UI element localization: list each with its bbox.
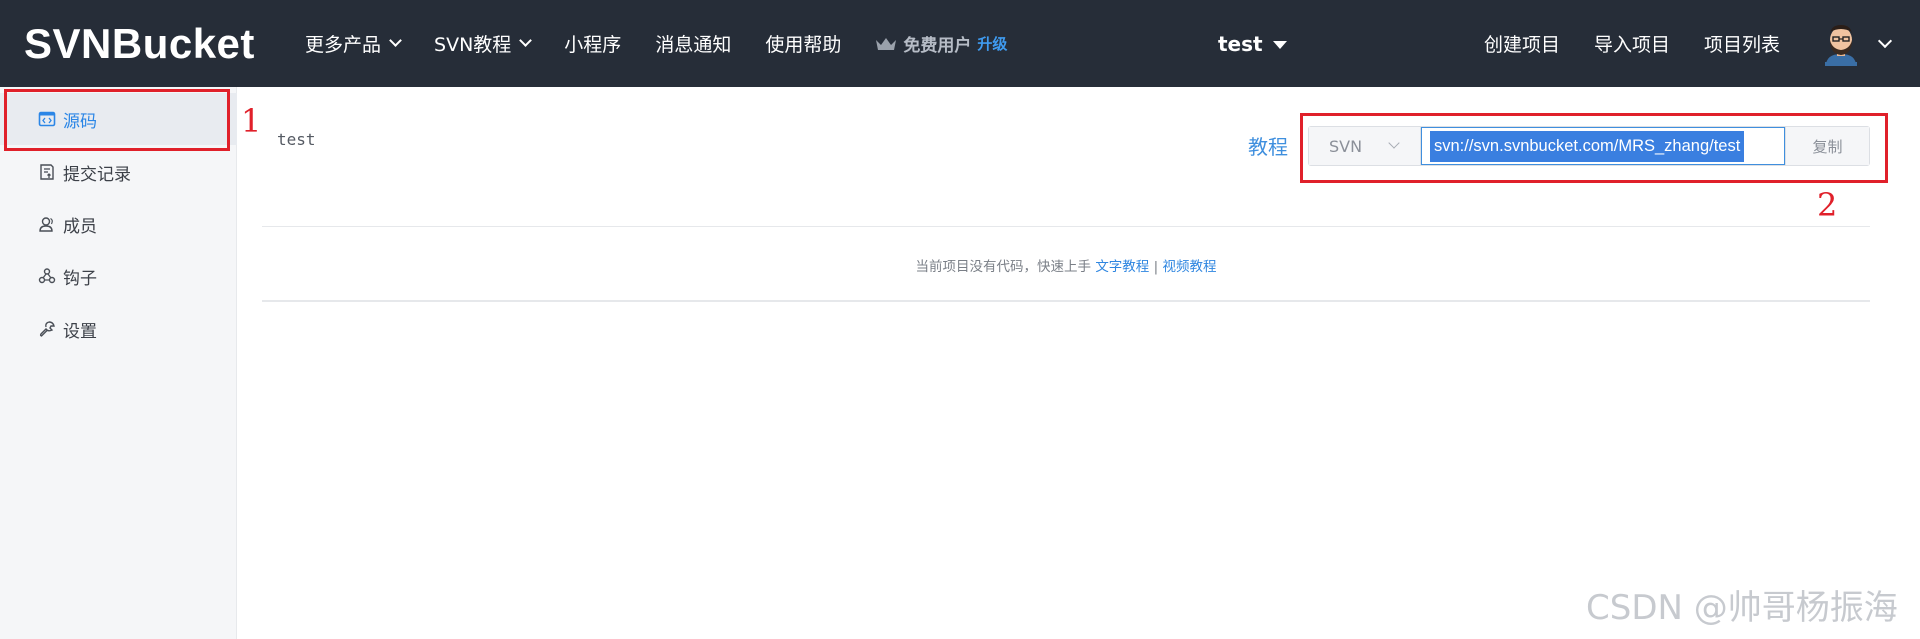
sidebar-item-commits[interactable]: 提交记录 [0,146,237,198]
annotation-box-2 [1300,113,1888,183]
free-user-label: 免费用户 [903,36,972,56]
link-separator: | [1153,259,1159,275]
upgrade-link[interactable]: 升级 [977,33,1007,54]
top-navbar: SVNBucket 更多产品 SVN教程 小程序 消息通知 使用帮助 免费用户 … [0,0,1920,87]
divider [262,300,1870,302]
watermark: CSDN @帅哥杨振海 [1586,588,1898,628]
sidebar-item-label: 提交记录 [63,164,131,185]
current-project-name: test [1218,31,1263,56]
logo[interactable]: SVNBucket [24,20,255,68]
project-switcher[interactable]: test [1218,0,1287,87]
nav-more-products[interactable]: 更多产品 [305,30,402,57]
members-icon [39,217,53,232]
sidebar: 源码 提交记录 成员 钩子 设置 [0,87,237,639]
avatar[interactable] [1820,22,1862,66]
right-nav: 创建项目 导入项目 项目列表 [1484,0,1893,87]
crown-icon [876,37,897,50]
nav-svn-tutorial-label: SVN教程 [434,34,512,56]
chevron-down-icon [389,34,402,47]
free-user-status: 免费用户 升级 [875,31,1007,56]
empty-state-text: 当前项目没有代码，快速上手 [915,259,1092,275]
sidebar-item-label: 成员 [63,216,97,237]
nav-svn-tutorial[interactable]: SVN教程 [434,30,533,57]
chevron-down-icon[interactable] [1877,33,1893,48]
annotation-label-2: 2 [1817,186,1838,224]
chevron-down-icon [519,34,533,47]
main-nav: 更多产品 SVN教程 小程序 消息通知 使用帮助 免费用户 升级 [305,0,1007,87]
create-project-link[interactable]: 创建项目 [1484,30,1560,57]
project-title: test [277,130,316,149]
project-list-link[interactable]: 项目列表 [1704,30,1780,57]
annotation-label-1: 1 [241,102,262,140]
import-project-link[interactable]: 导入项目 [1594,30,1670,57]
settings-wrench-icon [39,321,55,337]
divider [262,226,1870,227]
nav-mini-program[interactable]: 小程序 [564,30,621,57]
empty-state-message: 当前项目没有代码，快速上手 文字教程 | 视频教程 [0,255,1920,275]
caret-down-icon [1272,40,1287,49]
sidebar-item-settings[interactable]: 设置 [0,303,237,355]
sidebar-item-members[interactable]: 成员 [0,198,237,250]
video-tutorial-link[interactable]: 视频教程 [1162,259,1216,275]
nav-help[interactable]: 使用帮助 [765,30,841,57]
text-tutorial-link[interactable]: 文字教程 [1095,259,1149,275]
nav-notifications[interactable]: 消息通知 [655,30,731,57]
tutorial-link[interactable]: 教程 [1248,131,1288,160]
annotation-box-1 [4,89,230,151]
commit-log-icon [40,164,54,180]
sidebar-item-label: 设置 [63,321,97,342]
nav-more-products-label: 更多产品 [305,34,382,56]
